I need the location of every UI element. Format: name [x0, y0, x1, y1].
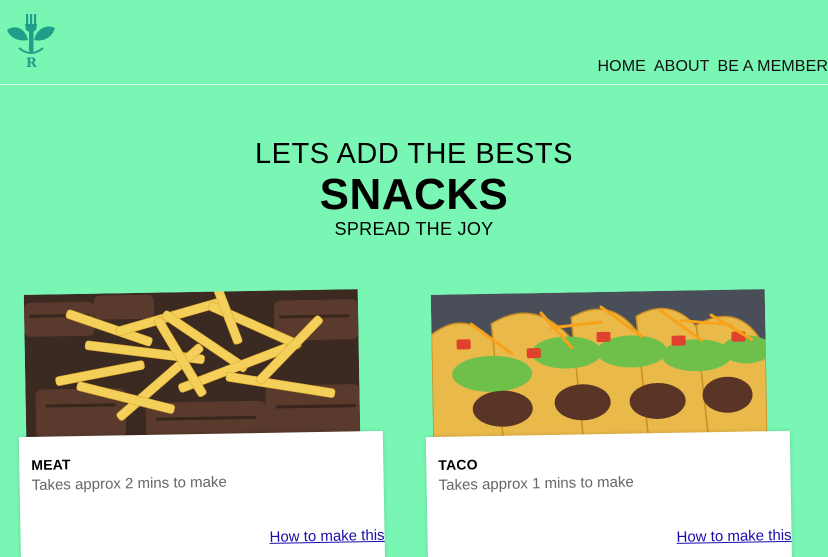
hero: LETS ADD THE BESTS SNACKS SPREAD THE JOY	[0, 138, 828, 240]
hero-tagline: SPREAD THE JOY	[334, 219, 494, 239]
card-description: Takes approx 2 mins to make	[31, 473, 227, 494]
hero-heading-main: SNACKS	[319, 170, 509, 219]
main-nav: HOME ABOUT BE A MEMBER	[598, 58, 828, 76]
fries-and-steak-image	[23, 289, 361, 440]
page: R HOME ABOUT BE A MEMBER LETS ADD THE BE…	[0, 0, 828, 557]
hero-heading-line1: LETS ADD THE BESTS	[255, 138, 573, 170]
header: R HOME ABOUT BE A MEMBER	[0, 0, 828, 85]
card-title: TACO	[438, 456, 478, 473]
card-body: MEAT Takes approx 2 mins to make How to …	[18, 430, 386, 557]
nav-about[interactable]: ABOUT	[654, 58, 710, 76]
how-to-make-link[interactable]: How to make this	[269, 527, 384, 546]
logo[interactable]: R	[5, 12, 57, 72]
how-to-make-link[interactable]: How to make this	[676, 527, 791, 546]
card-description: Takes approx 1 mins to make	[438, 473, 634, 494]
tacos-image	[430, 289, 768, 440]
card-body: TACO Takes approx 1 mins to make How to …	[425, 430, 793, 557]
nav-be-a-member[interactable]: BE A MEMBER	[718, 58, 828, 76]
logo-letter: R	[26, 56, 37, 71]
nav-home[interactable]: HOME	[598, 58, 646, 76]
card-title: MEAT	[31, 456, 71, 473]
